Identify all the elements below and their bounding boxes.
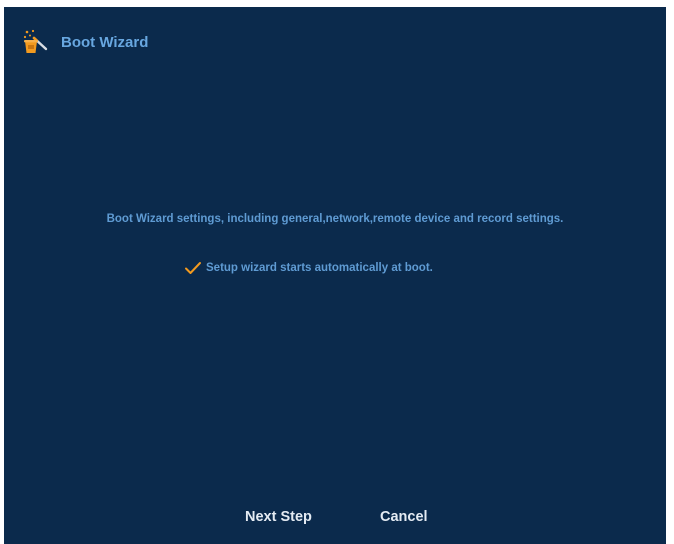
wizard-description: Boot Wizard settings, including general,…	[106, 213, 564, 225]
checkmark-icon	[185, 262, 201, 274]
cancel-button[interactable]: Cancel	[376, 507, 432, 527]
auto-start-label: Setup wizard starts automatically at boo…	[206, 262, 433, 274]
magic-wand-icon	[23, 29, 48, 53]
window-title: Boot Wizard	[61, 34, 149, 51]
next-step-button[interactable]: Next Step	[241, 507, 316, 527]
boot-wizard-window: Boot Wizard Boot Wizard settings, includ…	[4, 7, 666, 544]
title-bar: Boot Wizard	[4, 7, 666, 63]
auto-start-checkbox[interactable]: Setup wizard starts automatically at boo…	[184, 258, 433, 278]
